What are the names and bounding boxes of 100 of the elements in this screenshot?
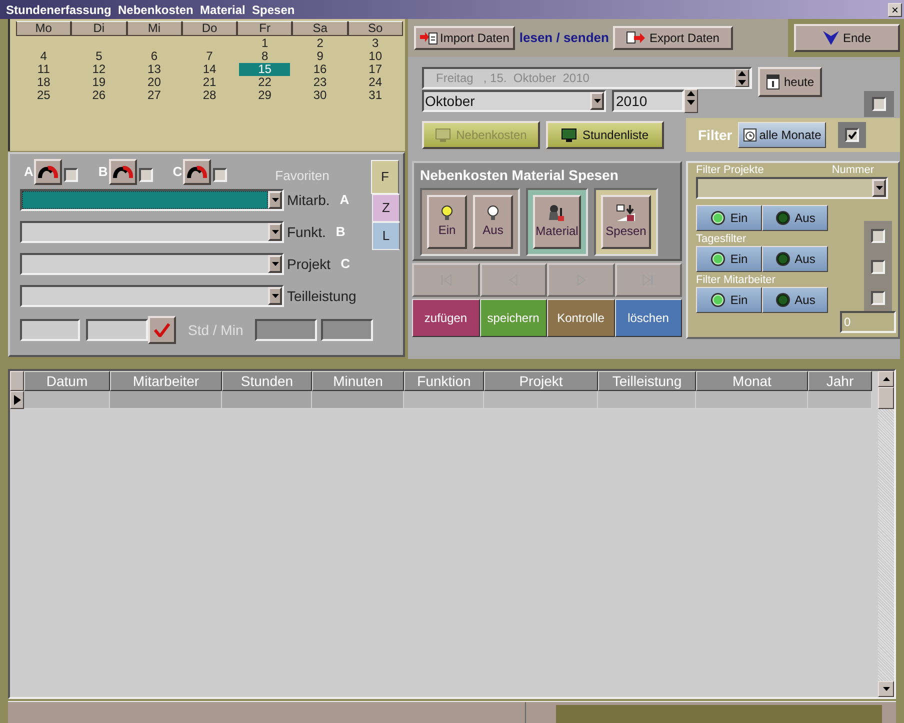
calendar-day[interactable]: 1 (239, 37, 290, 50)
expense-button[interactable]: Spesen (601, 195, 651, 249)
projects-filter-label: Filter Projekte (696, 164, 764, 177)
calendar-day[interactable]: 27 (128, 89, 180, 102)
caret-up-icon (737, 70, 747, 78)
dropdown-field[interactable] (20, 221, 284, 243)
action-button[interactable]: löschen (614, 299, 682, 337)
action-button[interactable]: zufügen (412, 299, 480, 337)
calendar-day[interactable]: 6 (128, 50, 180, 63)
checkbox[interactable] (64, 168, 78, 182)
checkbox[interactable] (872, 97, 886, 111)
vertical-scrollbar[interactable] (878, 371, 894, 697)
calendar-day[interactable]: 5 (73, 50, 125, 63)
list-button[interactable]: Stundenliste (546, 121, 664, 149)
minutes-display (321, 319, 374, 341)
filter-toggle-button[interactable]: Ein (696, 287, 762, 313)
calendar-day[interactable]: 10 (350, 50, 401, 63)
close-button[interactable]: × (888, 2, 902, 16)
calendar-day[interactable]: 19 (73, 76, 125, 89)
dropdown-button[interactable] (268, 223, 282, 241)
calendar-day[interactable]: 22 (239, 76, 290, 89)
confirm-button[interactable] (148, 316, 176, 344)
spin-buttons[interactable] (684, 89, 698, 113)
hours-field[interactable] (20, 319, 80, 341)
projects-dropdown[interactable] (696, 177, 888, 199)
calendar-day[interactable]: 13 (128, 63, 180, 76)
today-button[interactable]: heute (758, 67, 822, 97)
calendar-day[interactable]: 9 (294, 50, 346, 63)
caret-down-icon (272, 294, 278, 298)
favorite-tab[interactable]: L (372, 222, 400, 250)
row-selector[interactable] (10, 391, 24, 409)
slot-letter: B (98, 163, 108, 182)
scroll-thumb[interactable] (878, 387, 894, 409)
dropdown-button[interactable] (268, 255, 282, 273)
calendar-day[interactable]: 16 (294, 63, 346, 76)
calendar-day[interactable]: 3 (350, 37, 401, 50)
checkbox[interactable] (213, 168, 228, 182)
quit-button[interactable]: Ende (794, 24, 900, 52)
dropdown-button[interactable] (268, 191, 282, 209)
calendar-day[interactable]: 15 (239, 63, 290, 76)
filter-toggle-button[interactable]: Ein (696, 205, 762, 231)
month-dropdown[interactable]: Oktober (422, 90, 606, 112)
checkbox[interactable] (871, 290, 885, 305)
calendar-day[interactable]: 12 (73, 63, 125, 76)
calendar-day[interactable]: 21 (184, 76, 236, 89)
favorites-label: Favoriten (275, 167, 330, 186)
hours-display (255, 319, 318, 341)
favorite-tab[interactable]: Z (372, 194, 400, 222)
all-months-button[interactable]: alle Monate (738, 122, 826, 148)
export-button[interactable]: Export Daten (612, 26, 733, 50)
checkbox[interactable] (845, 128, 860, 142)
filter-toggle-button[interactable]: Ein (696, 246, 762, 272)
undo-button[interactable] (183, 159, 212, 185)
calendar-day[interactable]: 18 (18, 76, 70, 89)
calendar-day[interactable]: 28 (184, 89, 236, 102)
undo-button[interactable] (108, 159, 137, 185)
dropdown-button[interactable] (872, 179, 886, 197)
calendar-day[interactable]: 8 (239, 50, 290, 63)
weekday-header: Di (71, 21, 127, 36)
calendar-day[interactable]: 17 (350, 63, 401, 76)
calendar-day[interactable]: 25 (18, 89, 70, 102)
filter-toggle-button[interactable]: Aus (762, 246, 828, 272)
calendar-day[interactable]: 31 (350, 89, 401, 102)
expense-button[interactable]: Ein (427, 195, 467, 249)
checkbox[interactable] (138, 168, 153, 182)
calendar-day[interactable]: 29 (239, 89, 290, 102)
action-button[interactable]: Kontrolle (547, 299, 614, 337)
caret-down-icon (594, 99, 600, 103)
import-button[interactable]: Import Daten (414, 26, 516, 50)
dropdown-button[interactable] (590, 92, 604, 110)
dropdown-field[interactable] (20, 189, 284, 211)
calendar-day[interactable]: 26 (73, 89, 125, 102)
checkmark-icon (154, 323, 170, 337)
dropdown-button[interactable] (268, 287, 282, 305)
calendar-day[interactable]: 20 (128, 76, 180, 89)
calendar-day[interactable]: 4 (18, 50, 70, 63)
minutes-field[interactable] (86, 319, 148, 341)
expense-button[interactable]: Material (533, 195, 581, 249)
calendar-day[interactable]: 11 (18, 63, 70, 76)
favorite-tab[interactable]: F (371, 160, 399, 194)
number-label: Nummer (832, 164, 874, 177)
year-field[interactable]: 2010 (612, 90, 684, 112)
spin-buttons[interactable] (735, 69, 749, 87)
caret-down-icon (272, 198, 278, 202)
dropdown-field[interactable] (20, 285, 284, 307)
filter-toggle-button[interactable]: Aus (762, 205, 828, 231)
dropdown-field[interactable] (20, 253, 284, 275)
calendar-day[interactable]: 2 (294, 37, 346, 50)
filter-toggle-button[interactable]: Aus (762, 287, 828, 313)
calendar-day[interactable]: 23 (294, 76, 346, 89)
row-pointer-icon (14, 395, 20, 405)
calendar-day[interactable]: 7 (184, 50, 236, 63)
checkbox[interactable] (871, 260, 885, 274)
export-icon (626, 31, 646, 45)
calendar-day[interactable]: 24 (350, 76, 401, 89)
calendar-day[interactable]: 30 (294, 89, 346, 102)
calendar-day[interactable]: 14 (184, 63, 236, 76)
undo-button[interactable] (34, 159, 62, 185)
expense-button[interactable]: Aus (473, 195, 513, 249)
checkbox[interactable] (871, 229, 885, 244)
